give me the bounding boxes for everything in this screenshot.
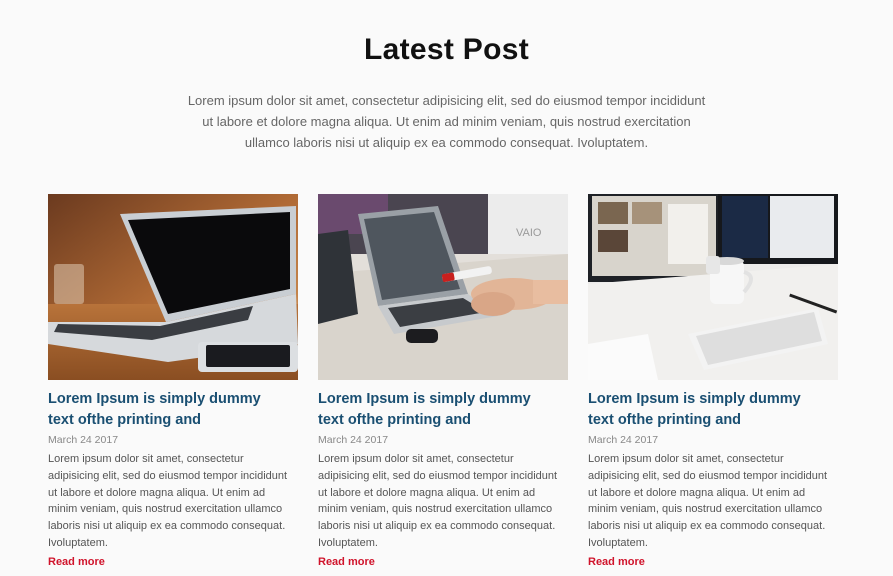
post-thumbnail-hands[interactable]: VAIO — [318, 194, 568, 380]
post-thumbnail-laptop[interactable] — [48, 194, 298, 380]
read-more-link[interactable]: Read more — [588, 556, 645, 568]
section-intro: Lorem ipsum dolor sit amet, consectetur … — [187, 93, 706, 150]
post-thumbnail-desk[interactable] — [588, 194, 838, 380]
post-excerpt: Lorem ipsum dolor sit amet, consectetur … — [318, 453, 558, 549]
section-title: Latest Post — [363, 33, 529, 66]
read-more-link[interactable]: Read more — [48, 556, 105, 568]
laptop-photo — [48, 194, 298, 380]
read-more-link[interactable]: Read more — [318, 556, 375, 568]
hands-laptops-photo: VAIO — [318, 194, 568, 380]
post-date: March 24 2017 — [318, 434, 389, 446]
post-date: March 24 2017 — [48, 434, 119, 446]
post-excerpt: Lorem ipsum dolor sit amet, consectetur … — [588, 453, 828, 549]
post-cards: Lorem Ipsum is simply dummy text ofthe p… — [48, 194, 838, 574]
post-date: March 24 2017 — [588, 434, 659, 446]
post-card: Lorem Ipsum is simply dummy text ofthe p… — [588, 194, 838, 570]
post-title[interactable]: Lorem Ipsum is simply dummy text ofthe p… — [588, 389, 828, 431]
post-title[interactable]: Lorem Ipsum is simply dummy text ofthe p… — [318, 389, 558, 431]
post-title[interactable]: Lorem Ipsum is simply dummy text ofthe p… — [48, 389, 288, 431]
svg-text:VAIO: VAIO — [516, 227, 542, 239]
post-card: Lorem Ipsum is simply dummy text ofthe p… — [48, 194, 298, 570]
post-excerpt: Lorem ipsum dolor sit amet, consectetur … — [48, 453, 288, 549]
latest-post-section: Latest Post Lorem ipsum dolor sit amet, … — [0, 0, 893, 576]
desk-monitors-photo — [588, 194, 838, 380]
post-card: VAIO Lorem Ipsum is simply dummy text of… — [318, 194, 568, 570]
